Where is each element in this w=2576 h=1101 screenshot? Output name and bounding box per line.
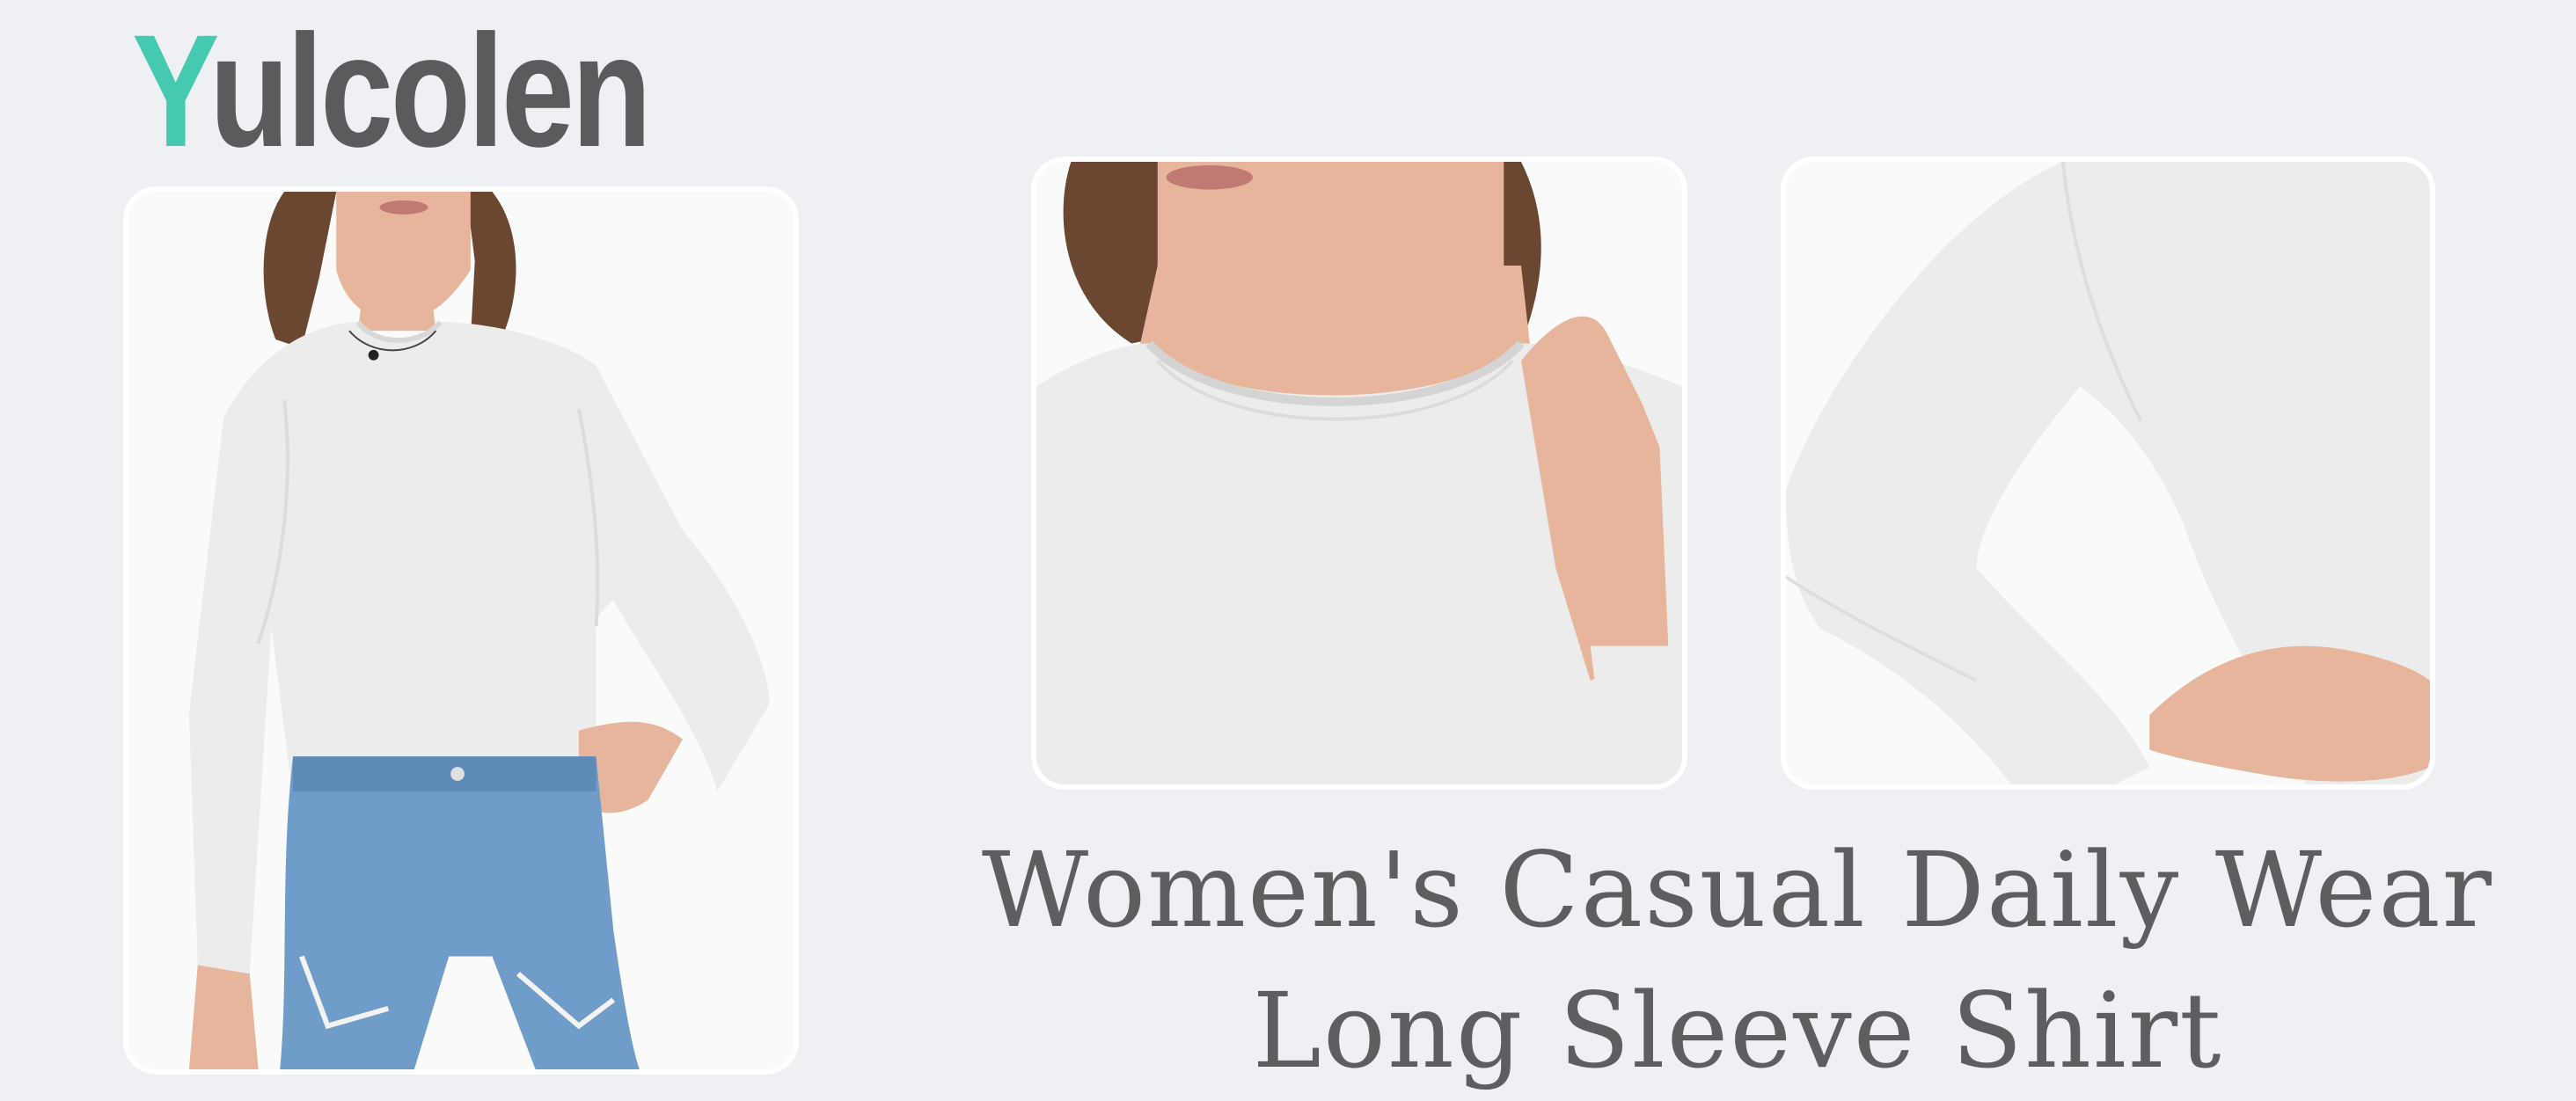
- sleeve-illustration: [1786, 162, 2430, 784]
- product-photo-sleeve: [1781, 157, 2435, 790]
- product-photo-neckline: [1031, 157, 1687, 790]
- headline-line-1: Women's Casual Daily Wear: [981, 829, 2494, 951]
- product-headline: Women's Casual Daily Wear Long Sleeve Sh…: [968, 820, 2507, 1101]
- product-photo-model: [123, 186, 799, 1075]
- headline-line-2: Long Sleeve Shirt: [1252, 970, 2223, 1091]
- brand-logo-initial: Y: [132, 1, 212, 180]
- model-illustration: [128, 192, 794, 1069]
- brand-logo: Yulcolen: [132, 11, 652, 171]
- brand-logo-name: ulcolen: [209, 1, 652, 180]
- neckline-illustration: [1036, 162, 1682, 784]
